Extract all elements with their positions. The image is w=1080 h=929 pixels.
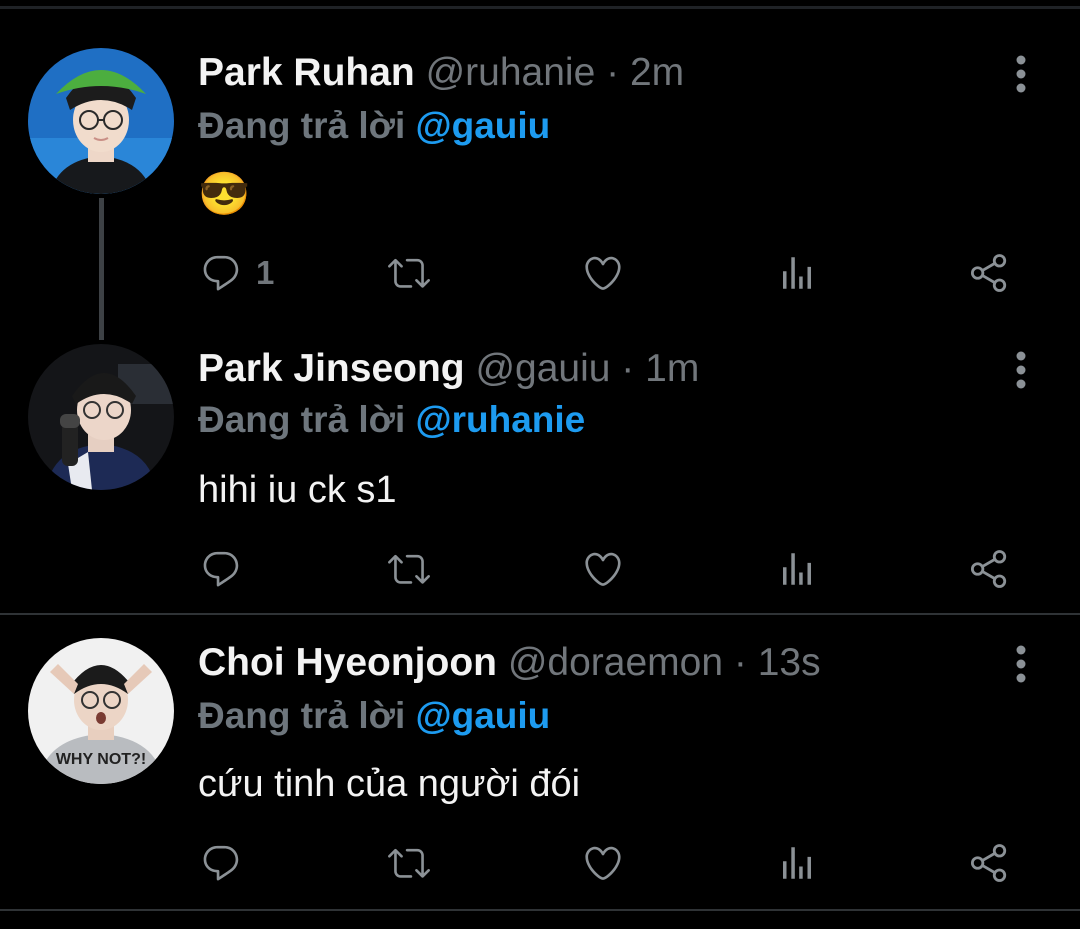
reply-button[interactable] [200, 838, 256, 888]
action-bar: 1 [0, 248, 1080, 298]
retweet-icon [388, 848, 430, 878]
avatar-image: WHY NOT?! [28, 638, 174, 784]
more-icon[interactable] [1006, 644, 1036, 684]
reply-icon [203, 845, 239, 881]
tweet-text: 😎 [198, 170, 251, 217]
replying-to: Đang trả lời @gauiu [198, 694, 550, 738]
share-button[interactable] [968, 838, 1010, 888]
avatar-ruhanie[interactable] [28, 48, 174, 194]
timestamp[interactable]: 1m [645, 347, 699, 390]
replying-to-label: Đang trả lời [198, 105, 416, 146]
handle[interactable]: @doraemon [508, 641, 723, 684]
reply-icon [203, 551, 239, 587]
retweet-button[interactable] [388, 248, 430, 298]
replying-to-label: Đang trả lời [198, 399, 416, 440]
handle[interactable]: @ruhanie [426, 51, 596, 94]
tweet-header: Park Jinseong @gauiu · 1m [198, 346, 699, 392]
like-icon [585, 256, 621, 290]
top-divider [0, 6, 1080, 9]
timestamp[interactable]: 13s [758, 641, 821, 684]
reply-count: 1 [256, 254, 275, 291]
avatar-gauiu[interactable] [28, 344, 174, 490]
reply-button[interactable]: 1 [200, 248, 274, 298]
reply-mention[interactable]: @gauiu [416, 695, 551, 736]
share-icon [970, 254, 1007, 292]
display-name[interactable]: Choi Hyeonjoon [198, 641, 497, 684]
replying-to: Đang trả lời @gauiu [198, 104, 550, 148]
like-button[interactable] [582, 544, 624, 594]
share-button[interactable] [968, 544, 1010, 594]
separator: · [723, 641, 758, 684]
tweet-text: hihi iu ck s1 [198, 469, 397, 511]
action-bar [0, 838, 1080, 888]
avatar-image [28, 344, 174, 490]
like-icon [585, 552, 621, 586]
analytics-icon [783, 553, 811, 585]
like-button[interactable] [582, 248, 624, 298]
retweet-icon [388, 258, 430, 288]
share-icon [970, 844, 1007, 882]
share-icon [970, 550, 1007, 588]
like-button[interactable] [582, 838, 624, 888]
shirt-print: WHY NOT?! [56, 751, 146, 768]
separator: · [595, 51, 630, 94]
share-button[interactable] [968, 248, 1010, 298]
replying-to-label: Đang trả lời [198, 695, 416, 736]
analytics-icon [783, 257, 811, 289]
retweet-icon [388, 554, 430, 584]
reply-mention[interactable]: @ruhanie [416, 399, 586, 440]
reply-mention[interactable]: @gauiu [416, 105, 551, 146]
tweet-header: Choi Hyeonjoon @doraemon · 13s [198, 640, 821, 686]
analytics-icon [783, 847, 811, 879]
tweet-text: cứu tinh của người đói [198, 763, 581, 805]
reply-icon [203, 255, 239, 291]
timestamp[interactable]: 2m [630, 51, 684, 94]
handle[interactable]: @gauiu [475, 347, 610, 390]
retweet-button[interactable] [388, 838, 430, 888]
analytics-button[interactable] [776, 838, 818, 888]
replying-to: Đang trả lời @ruhanie [198, 398, 585, 442]
analytics-button[interactable] [776, 544, 818, 594]
more-icon[interactable] [1006, 54, 1036, 94]
tweet-divider [0, 613, 1080, 615]
reply-button[interactable] [200, 544, 256, 594]
analytics-button[interactable] [776, 248, 818, 298]
display-name[interactable]: Park Ruhan [198, 51, 415, 94]
retweet-button[interactable] [388, 544, 430, 594]
separator: · [610, 347, 646, 390]
avatar-image [28, 48, 174, 194]
action-bar [0, 544, 1080, 594]
tweet-divider [0, 909, 1080, 911]
like-icon [585, 846, 621, 880]
avatar-doraemon[interactable]: WHY NOT?! [28, 638, 174, 784]
more-icon[interactable] [1006, 350, 1036, 390]
tweet-header: Park Ruhan @ruhanie · 2m [198, 50, 684, 96]
display-name[interactable]: Park Jinseong [198, 347, 465, 390]
